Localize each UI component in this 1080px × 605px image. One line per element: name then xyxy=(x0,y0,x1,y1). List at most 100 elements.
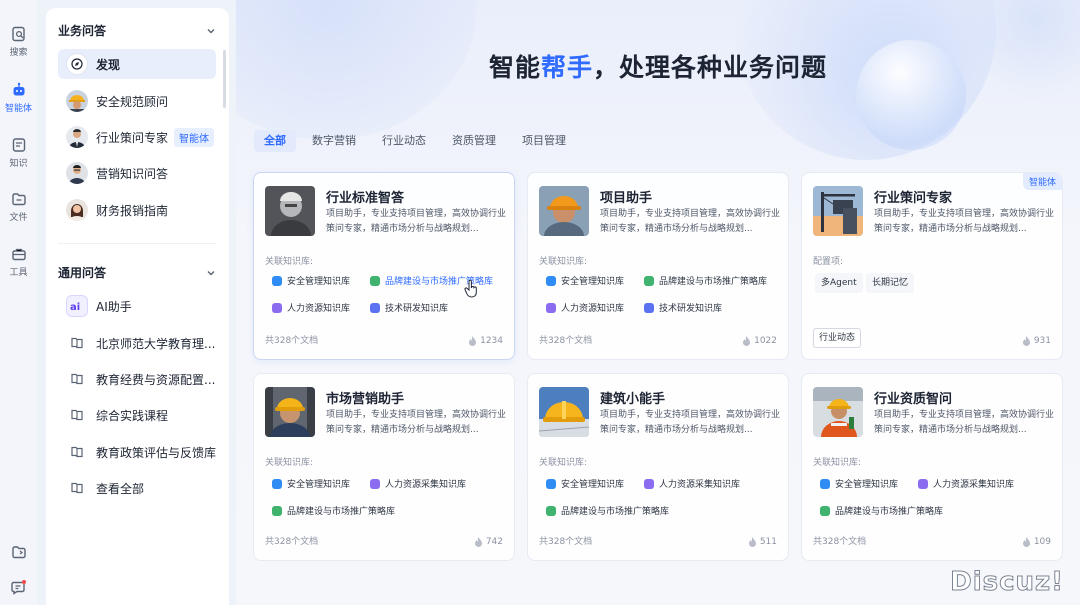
agent-card[interactable]: 行业标准智答 项目助手，专业支持项目管理，高效协调行业策问专家，精通市场分析与战… xyxy=(253,172,515,360)
rail-feedback[interactable] xyxy=(0,579,37,598)
knowledge-chip[interactable]: 技术研发知识库 xyxy=(639,298,727,317)
search-icon xyxy=(11,26,25,42)
agent-card[interactable]: 建筑小能手 项目助手，专业支持项目管理，高效协调行业策问专家，精通市场分析与战略… xyxy=(527,373,789,561)
chip-label: 安全管理知识库 xyxy=(835,480,899,490)
knowledge-chip[interactable]: 人力资源采集知识库 xyxy=(639,474,745,493)
sidebar-item-bnu-education[interactable]: 北京师范大学教育理... xyxy=(58,328,216,358)
knowledge-chip[interactable]: 安全管理知识库 xyxy=(815,474,903,493)
sidebar-item-ai-assistant[interactable]: ai AI助手 xyxy=(58,291,216,321)
database-icon xyxy=(546,505,556,516)
tab-digital-marketing[interactable]: 数字营销 xyxy=(302,130,366,152)
rail-search[interactable]: 搜索 xyxy=(0,26,37,58)
rail-tools[interactable]: 工具 xyxy=(0,246,37,278)
database-icon xyxy=(370,478,380,489)
knowledge-chip[interactable]: 人力资源采集知识库 xyxy=(913,474,1019,493)
icon-rail: 搜索 智能体 知识 文件 工具 xyxy=(0,0,37,605)
knowledge-chip[interactable]: 人力资源知识库 xyxy=(267,298,355,317)
knowledge-chip[interactable]: 品牌建设与市场推广策略库 xyxy=(365,271,498,290)
chip-label: 人力资源采集知识库 xyxy=(385,480,467,490)
business-section-title: 业务问答 xyxy=(58,24,107,38)
svg-text:ai: ai xyxy=(70,302,80,312)
card-description: 项目助手，专业支持项目管理，高效协调行业策问专家，精通市场分析与战略规划... xyxy=(326,410,506,435)
knowledge-chip[interactable]: 品牌建设与市场推广策略库 xyxy=(541,501,674,520)
sidebar-item-safety-advisor[interactable]: 安全规范顾问 xyxy=(58,86,216,116)
usage-count: 109 xyxy=(1022,537,1051,547)
usage-count: 931 xyxy=(1022,336,1051,346)
sidebar-scrollbar[interactable] xyxy=(223,50,226,108)
rail-folder-share[interactable] xyxy=(0,544,37,563)
tab-all[interactable]: 全部 xyxy=(254,130,296,152)
avatar xyxy=(66,126,88,148)
knowledge-chip[interactable]: 技术研发知识库 xyxy=(365,298,453,317)
rail-agent[interactable]: 智能体 xyxy=(0,82,37,114)
chevron-down-icon xyxy=(207,28,215,33)
flame-icon xyxy=(469,336,477,346)
tab-industry-news[interactable]: 行业动态 xyxy=(372,130,436,152)
sidebar-item-label: 教育经费与资源配置... xyxy=(96,372,216,387)
general-section-title: 通用问答 xyxy=(58,266,107,280)
knowledge-chip[interactable]: 安全管理知识库 xyxy=(541,474,629,493)
agent-card[interactable]: 行业资质智问 项目助手，专业支持项目管理，高效协调行业策问专家，精通市场分析与战… xyxy=(801,373,1063,561)
card-description: 项目助手，专业支持项目管理，高效协调行业策问专家，精通市场分析与战略规划... xyxy=(600,209,780,234)
sidebar-item-policy-feedback[interactable]: 教育政策评估与反馈库 xyxy=(58,437,216,467)
sidebar-divider xyxy=(58,243,216,244)
knowledge-chip[interactable]: 品牌建设与市场推广策略库 xyxy=(267,501,400,520)
database-icon xyxy=(272,275,282,286)
database-icon xyxy=(272,302,282,313)
doc-count: 共328个文档 xyxy=(265,537,319,547)
database-icon xyxy=(272,478,282,489)
knowledge-chip[interactable]: 品牌建设与市场推广策略库 xyxy=(639,271,772,290)
doc-count: 共328个文档 xyxy=(813,537,867,547)
sidebar-item-view-all[interactable]: 查看全部 xyxy=(58,473,216,503)
sidebar-item-finance-guide[interactable]: 财务报销指南 xyxy=(58,195,216,225)
sidebar-item-label: 查看全部 xyxy=(96,481,145,496)
chip-label: 品牌建设与市场推广策略库 xyxy=(835,507,944,517)
chip-label: 安全管理知识库 xyxy=(561,480,625,490)
agent-card[interactable]: 智能体 行业策问专家 项目助手，专业支持项目管理，高效协调行业策问专家，精通市场… xyxy=(801,172,1063,360)
chip-label: 品牌建设与市场推广策略库 xyxy=(287,507,396,517)
book-icon xyxy=(66,404,88,426)
rail-knowledge[interactable]: 知识 xyxy=(0,137,37,169)
agent-tag: 智能体 xyxy=(174,127,215,147)
card-description: 项目助手，专业支持项目管理，高效协调行业策问专家，精通市场分析与战略规划... xyxy=(874,209,1054,234)
business-section-header[interactable]: 业务问答 xyxy=(58,22,217,39)
sidebar-item-industry-expert[interactable]: 行业策问专家 智能体 xyxy=(58,122,216,152)
knowledge-chip[interactable]: 品牌建设与市场推广策略库 xyxy=(815,501,948,520)
tab-qualification[interactable]: 资质管理 xyxy=(442,130,506,152)
sidebar-item-label: 营销知识问答 xyxy=(96,166,169,181)
agent-card[interactable]: 市场营销助手 项目助手，专业支持项目管理，高效协调行业策问专家，精通市场分析与战… xyxy=(253,373,515,561)
knowledge-chip[interactable]: 安全管理知识库 xyxy=(267,474,355,493)
database-icon xyxy=(820,478,830,489)
sidebar-item-funding[interactable]: 教育经费与资源配置... xyxy=(58,364,216,394)
sidebar-item-discover[interactable]: 发现 xyxy=(58,49,216,79)
database-icon xyxy=(644,302,654,313)
card-description: 项目助手，专业支持项目管理，高效协调行业策问专家，精通市场分析与战略规划... xyxy=(874,410,1054,435)
sidebar-item-practice-course[interactable]: 综合实践课程 xyxy=(58,400,216,430)
usage-count: 1022 xyxy=(742,336,777,346)
knowledge-chip[interactable]: 人力资源采集知识库 xyxy=(365,474,471,493)
chip-label: 人力资源知识库 xyxy=(561,304,625,314)
usage-count-value: 1022 xyxy=(754,336,777,346)
rail-files[interactable]: 文件 xyxy=(0,191,37,223)
category-tag[interactable]: 行业动态 xyxy=(813,328,862,348)
knowledge-chip[interactable]: 安全管理知识库 xyxy=(267,271,355,290)
database-icon xyxy=(272,505,282,516)
knowledge-chip[interactable]: 人力资源知识库 xyxy=(541,298,629,317)
card-description: 项目助手，专业支持项目管理，高效协调行业策问专家，精通市场分析与战略规划... xyxy=(600,410,780,435)
knowledge-chip[interactable]: 安全管理知识库 xyxy=(541,271,629,290)
card-title: 建筑小能手 xyxy=(600,392,666,407)
card-avatar xyxy=(813,186,863,236)
flame-icon xyxy=(1022,537,1030,547)
flame-icon xyxy=(743,336,751,346)
sidebar-item-label: 发现 xyxy=(96,57,121,72)
rail-search-label: 搜索 xyxy=(9,48,28,58)
config-tag-multi-agent: 多Agent xyxy=(815,273,863,293)
general-section-header[interactable]: 通用问答 xyxy=(58,264,217,281)
flame-icon xyxy=(748,537,756,547)
book-icon xyxy=(66,368,88,390)
avatar xyxy=(66,90,88,112)
sidebar-item-marketing-qa[interactable]: 营销知识问答 xyxy=(58,158,216,188)
agent-card[interactable]: 项目助手 项目助手，专业支持项目管理，高效协调行业策问专家，精通市场分析与战略规… xyxy=(527,172,789,360)
tab-project[interactable]: 项目管理 xyxy=(512,130,576,152)
sidebar-item-label: 财务报销指南 xyxy=(96,203,169,218)
